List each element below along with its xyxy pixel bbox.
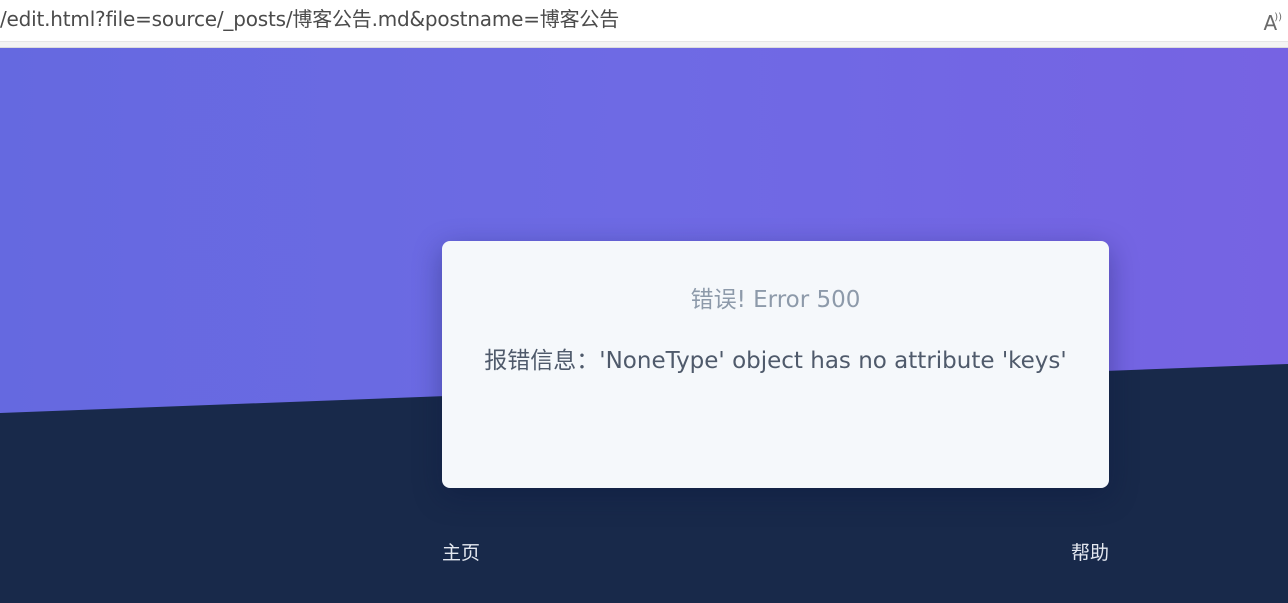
read-aloud-icon[interactable]: A)) xyxy=(1264,5,1283,36)
url-text[interactable]: /edit.html?file=source/_posts/博客公告.md&po… xyxy=(0,6,619,32)
error-card: 错误! Error 500 报错信息：'NoneType' object has… xyxy=(442,241,1109,488)
home-link[interactable]: 主页 xyxy=(442,540,480,566)
page-content: 错误! Error 500 报错信息：'NoneType' object has… xyxy=(0,48,1288,603)
error-title: 错误! Error 500 xyxy=(690,287,861,313)
sound-waves-icon: )) xyxy=(1274,12,1282,23)
help-link[interactable]: 帮助 xyxy=(1071,540,1109,566)
browser-address-bar[interactable]: /edit.html?file=source/_posts/博客公告.md&po… xyxy=(0,0,1288,42)
error-message: 报错信息：'NoneType' object has no attribute … xyxy=(484,348,1067,374)
